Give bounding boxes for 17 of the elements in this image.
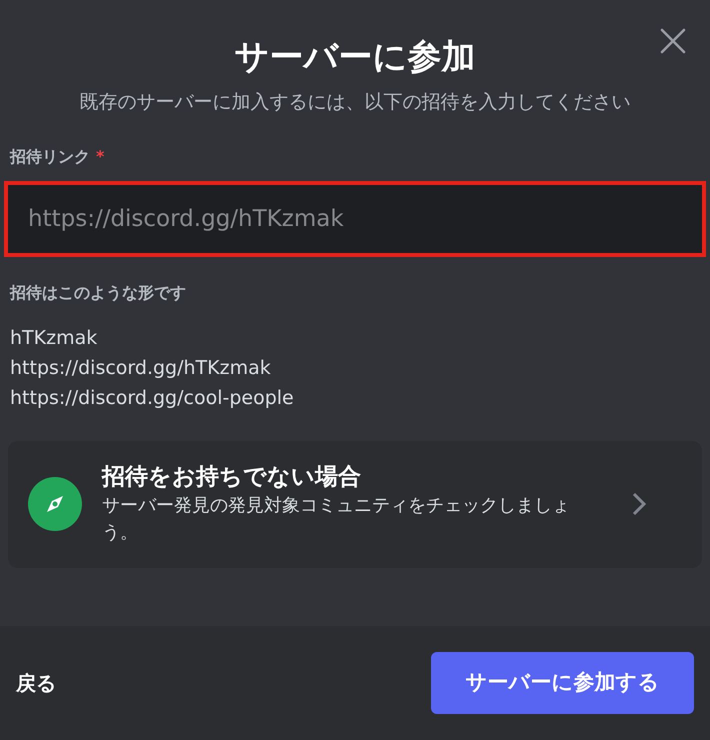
example-text: https://discord.gg/cool-people xyxy=(10,386,294,410)
example-text: https://discord.gg/hTKzmak xyxy=(10,356,271,380)
examples-heading: 招待はこのような形です xyxy=(10,282,187,304)
required-mark: * xyxy=(96,146,104,168)
close-icon[interactable] xyxy=(660,28,686,54)
invite-link-field[interactable]: https://discord.gg/hTKzmak xyxy=(4,180,706,256)
back-button[interactable]: 戻る xyxy=(16,668,56,698)
field-label: 招待リンク xyxy=(10,146,90,168)
compass-icon xyxy=(28,477,82,531)
dialog-title: サーバーに参加 xyxy=(234,36,476,79)
card-description: サーバー発見の発見対象コミュニティをチェックしましょう。 xyxy=(102,494,571,545)
card-title: 招待をお持ちでない場合 xyxy=(102,463,362,492)
discover-card[interactable]: 招待をお持ちでない場合 サーバー発見の発見対象コミュニティをチェックしましょう。 xyxy=(8,440,702,568)
example-text: hTKzmak xyxy=(10,326,98,350)
join-server-button[interactable]: サーバーに参加する xyxy=(431,652,694,714)
chevron-right-icon xyxy=(632,492,646,516)
dialog-subtitle: 既存のサーバーに加入するには、以下の招待を入力してください xyxy=(78,90,632,115)
